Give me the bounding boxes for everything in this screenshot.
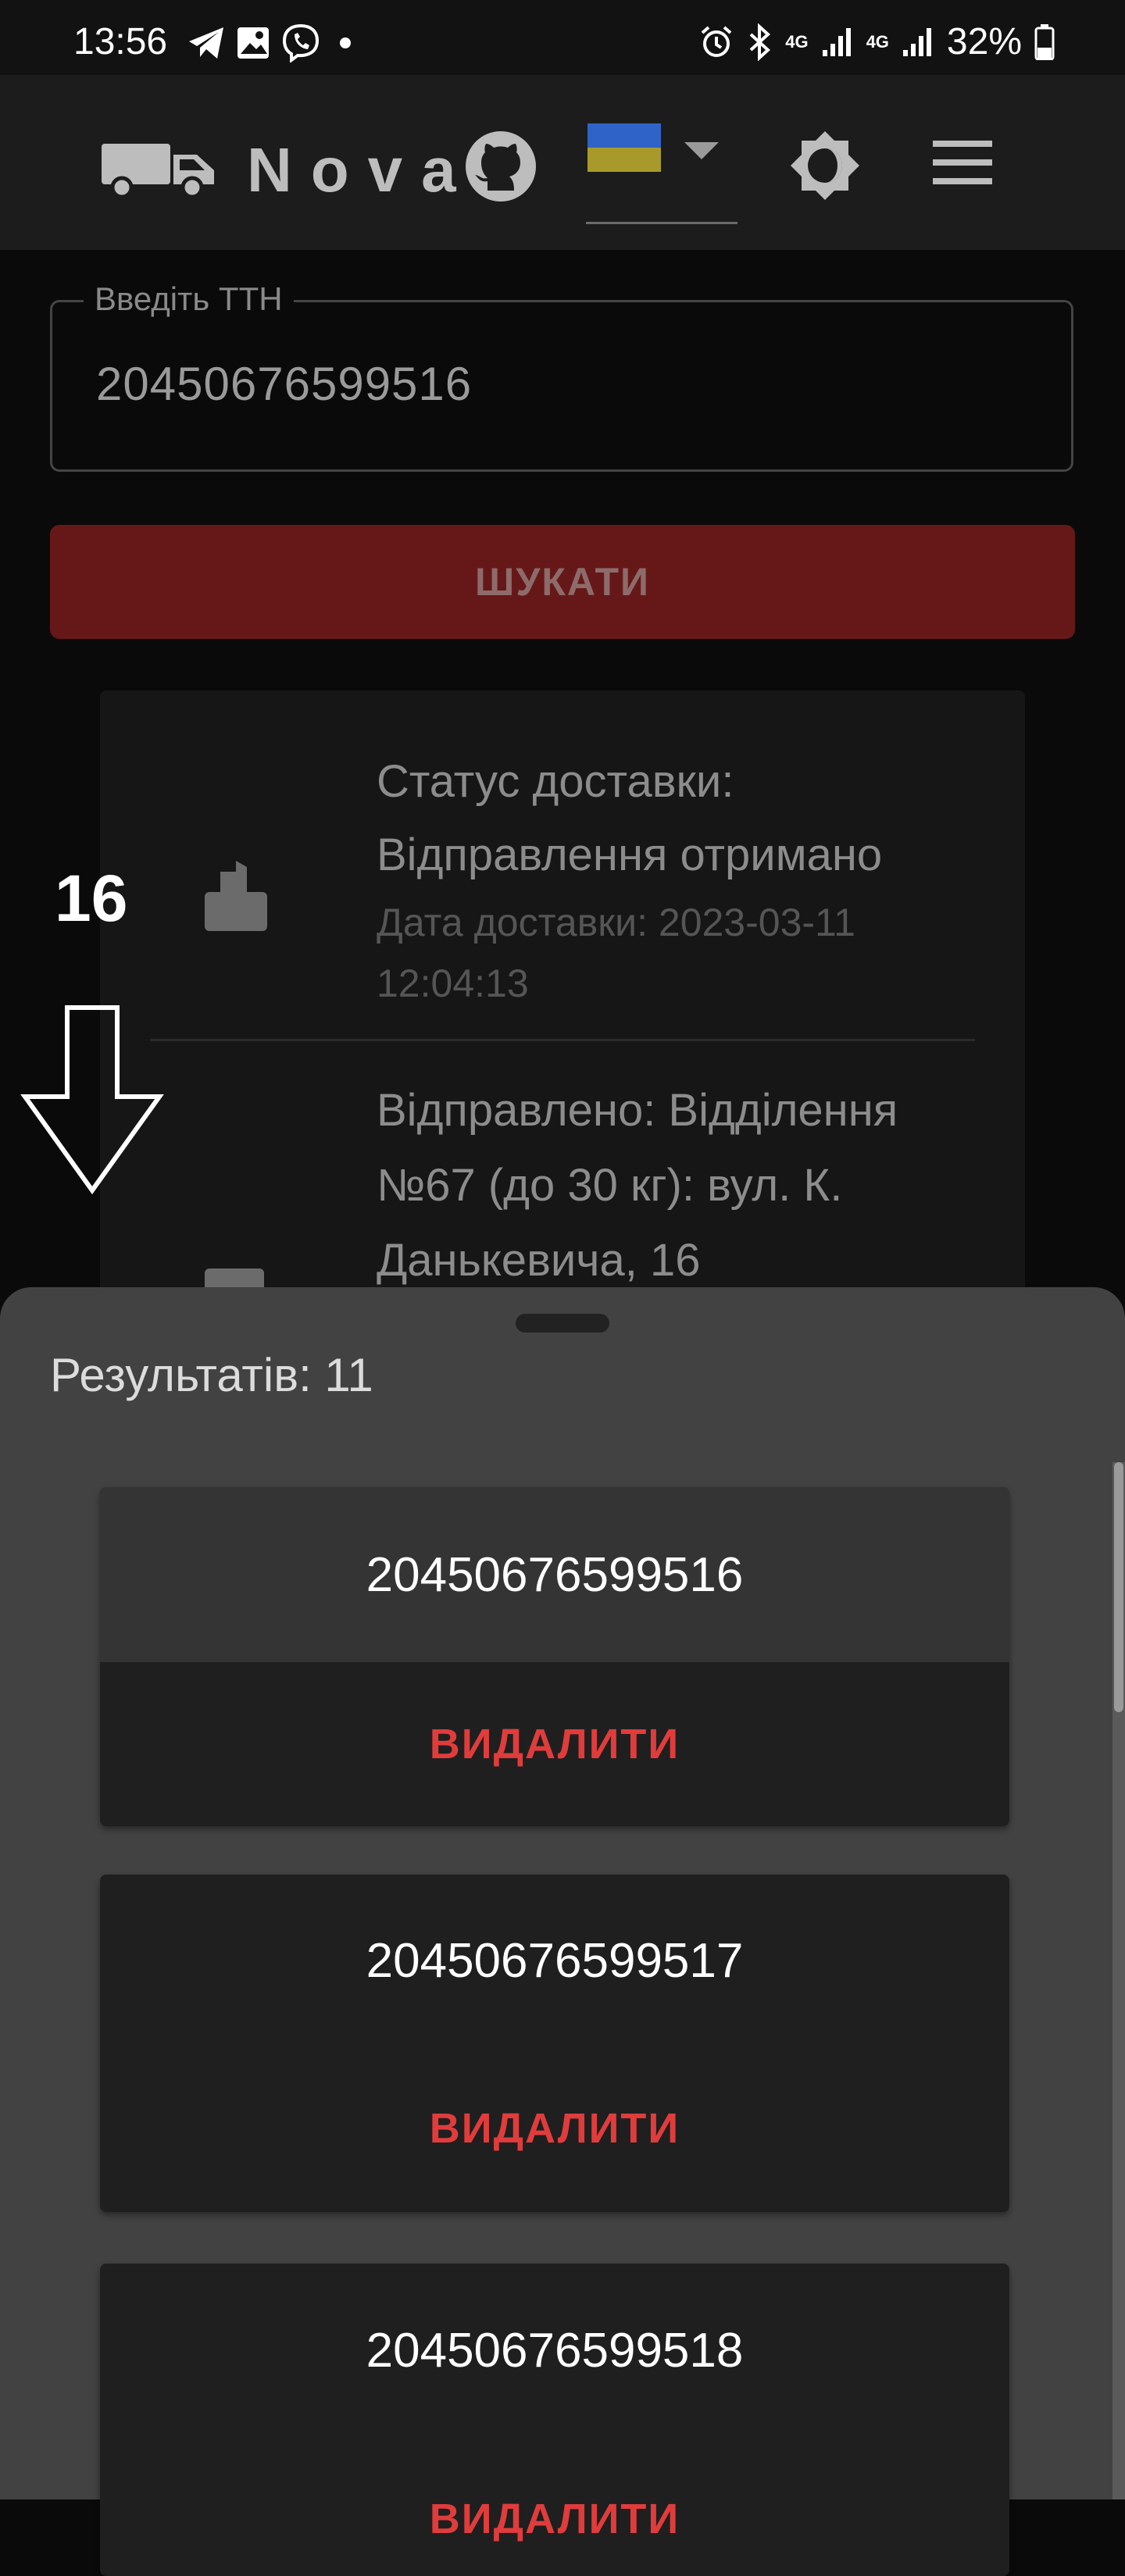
divider xyxy=(150,1039,975,1041)
sent-from: Відправлено: Відділення №67 (до 30 кг): … xyxy=(377,1085,898,1286)
result-number[interactable]: 20450676599518 xyxy=(100,2264,1009,2437)
telegram-icon xyxy=(189,27,223,59)
hamburger-menu-icon[interactable] xyxy=(933,139,992,186)
delete-button[interactable]: ВИДАЛИТИ xyxy=(100,1662,1009,1826)
drag-handle[interactable] xyxy=(516,1314,609,1333)
bluetooth-icon xyxy=(749,23,771,61)
ttn-input[interactable]: 20450676599516 xyxy=(96,357,472,411)
ttn-field-label: Введіть ТТН xyxy=(84,280,294,318)
ttn-field[interactable]: Введіть ТТН 20450676599516 xyxy=(50,280,1073,472)
results-bottom-sheet[interactable]: Результатів: 11 20450676599516 ВИДАЛИТИ … xyxy=(0,1287,1125,2576)
language-select[interactable] xyxy=(586,123,738,224)
theme-toggle-icon[interactable] xyxy=(789,130,861,202)
search-button[interactable]: ШУКАТИ xyxy=(50,525,1075,639)
truck-icon xyxy=(102,144,214,197)
signal-icon-2 xyxy=(902,27,931,56)
app-bar: Nova xyxy=(0,75,1125,250)
delete-button[interactable]: ВИДАЛИТИ xyxy=(100,2046,1009,2210)
result-card: 20450676599518 ВИДАЛИТИ xyxy=(100,2264,1009,2576)
app-logo[interactable]: Nova xyxy=(102,134,475,206)
network-type: 4G xyxy=(785,31,809,52)
chevron-down-icon xyxy=(684,142,719,159)
result-card: 20450676599517 ВИДАЛИТИ xyxy=(100,1875,1009,2212)
results-count: Результатів: 11 xyxy=(50,1349,373,1401)
package-open-icon xyxy=(205,861,267,931)
status-bar: 13:56 4G 4G 32% xyxy=(0,0,1125,75)
status-time: 13:56 xyxy=(73,21,168,62)
overlay-number: 16 xyxy=(55,862,128,935)
result-card: 20450676599516 ВИДАЛИТИ xyxy=(100,1487,1009,1826)
signal-icon xyxy=(822,27,851,56)
ukraine-flag-icon xyxy=(588,123,661,172)
notification-icons xyxy=(188,23,355,62)
system-icons: 4G 4G 32% xyxy=(699,20,1055,63)
alarm-icon xyxy=(701,25,732,57)
app-title: Nova xyxy=(247,135,475,205)
viber-icon xyxy=(282,23,320,62)
delivery-date: Дата доставки: 2023-03-11 12:04:13 xyxy=(377,901,855,1005)
github-icon[interactable] xyxy=(464,130,538,203)
battery-percent: 32% xyxy=(946,21,1022,62)
dot-icon xyxy=(340,37,351,48)
battery-icon xyxy=(1034,23,1055,60)
scrollbar-thumb[interactable] xyxy=(1114,1462,1123,1712)
delivery-status: Статус доставки: Відправлення отримано xyxy=(377,756,883,880)
down-arrow-icon xyxy=(20,1005,164,1195)
network-type-2: 4G xyxy=(866,31,889,52)
result-number[interactable]: 20450676599516 xyxy=(100,1487,1009,1662)
result-number[interactable]: 20450676599517 xyxy=(100,1875,1009,2046)
delete-button[interactable]: ВИДАЛИТИ xyxy=(100,2437,1009,2576)
gallery-icon xyxy=(238,27,269,59)
